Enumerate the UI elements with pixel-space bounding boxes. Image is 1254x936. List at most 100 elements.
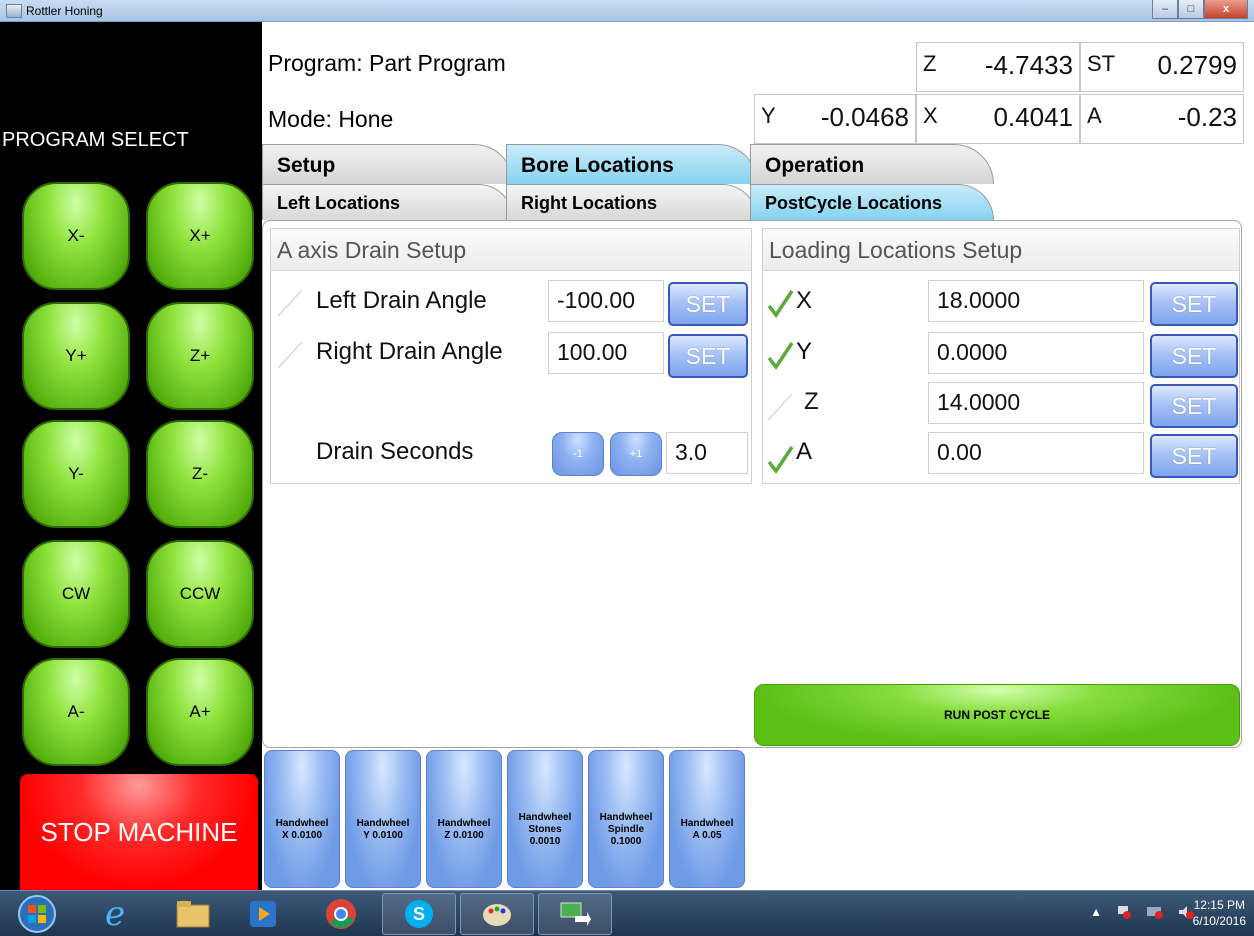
subtab-right-locations[interactable]: Right Locations xyxy=(506,184,758,220)
drain-seconds-increment-button[interactable]: +1 xyxy=(610,432,662,476)
tab-setup[interactable]: Setup xyxy=(262,144,514,184)
left-drain-set-button[interactable]: SET xyxy=(668,282,748,326)
loading-y-set-button[interactable]: SET xyxy=(1150,334,1238,378)
st-readout-label: ST xyxy=(1087,51,1116,76)
y-readout-value: -0.0468 xyxy=(820,102,909,132)
skype-icon: S xyxy=(405,900,433,928)
tray-expand-icon[interactable]: ▲ xyxy=(1090,905,1102,919)
loading-x-label: X xyxy=(796,287,813,314)
left-drain-check-icon[interactable] xyxy=(276,288,304,318)
x-readout-value: 0.4041 xyxy=(993,102,1073,132)
app-icon xyxy=(6,4,22,18)
x-enable-check-icon[interactable] xyxy=(766,288,794,318)
windows-taskbar: e S ▲ 12:15 PM 6/10/2016 xyxy=(0,890,1254,936)
right-drain-angle-label: Right Drain Angle xyxy=(316,338,503,365)
right-drain-set-button[interactable]: SET xyxy=(668,334,748,378)
svg-text:S: S xyxy=(413,904,425,924)
taskbar-ie[interactable]: e xyxy=(78,893,152,935)
program-select-label[interactable]: PROGRAM SELECT xyxy=(0,129,262,152)
close-button[interactable]: x xyxy=(1204,0,1248,19)
taskbar-explorer[interactable] xyxy=(156,893,230,935)
jog-x-minus-button[interactable]: X- xyxy=(22,182,130,290)
minimize-button[interactable]: – xyxy=(1152,0,1178,19)
volume-icon[interactable] xyxy=(1178,905,1194,919)
taskbar-paint[interactable] xyxy=(460,893,534,935)
window-title: Rottler Honing xyxy=(26,4,103,18)
handwheel-spindle-text: Handwheel Spindle 0.1000 xyxy=(599,812,653,847)
tab-bore-locations[interactable]: Bore Locations xyxy=(506,144,758,184)
x-readout-label: X xyxy=(923,103,938,128)
taskbar-chrome[interactable] xyxy=(304,893,378,935)
window-controls: – □ x xyxy=(1152,0,1248,20)
left-drain-angle-field[interactable]: -100.00 xyxy=(548,280,664,322)
drain-setup-title: A axis Drain Setup xyxy=(271,229,751,271)
clock-date: 6/10/2016 xyxy=(1192,914,1246,928)
maximize-button[interactable]: □ xyxy=(1178,0,1204,19)
jog-x-plus-button[interactable]: X+ xyxy=(146,182,254,290)
handwheel-stones-button[interactable]: Handwheel Stones 0.0010 xyxy=(507,750,583,888)
internet-explorer-icon: e xyxy=(104,894,126,934)
taskbar-clock[interactable]: 12:15 PM 6/10/2016 xyxy=(1193,897,1246,929)
folder-icon xyxy=(176,901,210,928)
z-readout-value: -4.7433 xyxy=(984,50,1073,80)
jog-a-plus-button[interactable]: A+ xyxy=(146,658,254,766)
loading-z-set-button[interactable]: SET xyxy=(1150,384,1238,428)
a-enable-check-icon[interactable] xyxy=(766,444,794,474)
taskbar-media-player[interactable] xyxy=(226,893,300,935)
taskbar-rottler-app[interactable] xyxy=(538,893,612,935)
loading-locations-title: Loading Locations Setup xyxy=(763,229,1239,271)
y-enable-check-icon[interactable] xyxy=(766,340,794,370)
window-title-bar: Rottler Honing – □ x xyxy=(0,0,1254,22)
taskbar-skype[interactable]: S xyxy=(382,893,456,935)
handwheel-x-button[interactable]: Handwheel X 0.0100 xyxy=(264,750,340,888)
right-drain-angle-field[interactable]: 100.00 xyxy=(548,332,664,374)
clock-time: 12:15 PM xyxy=(1193,898,1245,912)
network-icon[interactable] xyxy=(1146,905,1164,919)
handwheel-a-text: Handwheel A 0.05 xyxy=(680,818,734,841)
st-readout: ST 0.2799 xyxy=(1080,42,1244,92)
spindle-ccw-button[interactable]: CCW xyxy=(146,540,254,648)
right-drain-check-icon[interactable] xyxy=(276,340,304,370)
drain-seconds-decrement-button[interactable]: -1 xyxy=(552,432,604,476)
st-readout-value: 0.2799 xyxy=(1157,50,1237,80)
left-control-panel: PROGRAM SELECT X- X+ Y+ Z+ Y- Z- CW CCW … xyxy=(0,22,262,890)
spindle-cw-button[interactable]: CW xyxy=(22,540,130,648)
handwheel-z-button[interactable]: Handwheel Z 0.0100 xyxy=(426,750,502,888)
tab-operation[interactable]: Operation xyxy=(750,144,994,184)
subtab-left-locations[interactable]: Left Locations xyxy=(262,184,514,220)
drain-seconds-label: Drain Seconds xyxy=(316,438,474,465)
subtab-postcycle-locations[interactable]: PostCycle Locations xyxy=(750,184,994,220)
start-button[interactable] xyxy=(0,893,74,935)
loading-y-field[interactable]: 0.0000 xyxy=(928,332,1144,374)
loading-y-label: Y xyxy=(796,338,813,365)
jog-y-minus-button[interactable]: Y- xyxy=(22,420,130,528)
left-drain-angle-label: Left Drain Angle xyxy=(316,287,487,314)
program-name: Program: Part Program xyxy=(268,50,506,76)
loading-x-set-button[interactable]: SET xyxy=(1150,282,1238,326)
action-center-flag-icon[interactable] xyxy=(1116,905,1132,919)
z-readout-label: Z xyxy=(923,51,937,76)
loading-a-set-button[interactable]: SET xyxy=(1150,434,1238,478)
chrome-icon xyxy=(326,899,356,929)
x-readout: X 0.4041 xyxy=(916,94,1080,144)
jog-a-minus-button[interactable]: A- xyxy=(22,658,130,766)
loading-z-field[interactable]: 14.0000 xyxy=(928,382,1144,424)
z-readout: Z -4.7433 xyxy=(916,42,1080,92)
handwheel-a-button[interactable]: Handwheel A 0.05 xyxy=(669,750,745,888)
a-readout-label: A xyxy=(1087,103,1102,128)
handwheel-spindle-button[interactable]: Handwheel Spindle 0.1000 xyxy=(588,750,664,888)
loading-a-field[interactable]: 0.00 xyxy=(928,432,1144,474)
handwheel-y-button[interactable]: Handwheel Y 0.0100 xyxy=(345,750,421,888)
jog-z-plus-button[interactable]: Z+ xyxy=(146,302,254,410)
handwheel-stones-text: Handwheel Stones 0.0010 xyxy=(518,812,572,847)
handwheel-z-text: Handwheel Z 0.0100 xyxy=(437,818,491,841)
jog-y-plus-button[interactable]: Y+ xyxy=(22,302,130,410)
stop-machine-button[interactable]: STOP MACHINE xyxy=(20,774,258,890)
media-player-icon xyxy=(250,901,276,927)
drain-seconds-field[interactable]: 3.0 xyxy=(666,432,748,474)
loading-x-field[interactable]: 18.0000 xyxy=(928,280,1144,322)
run-post-cycle-button[interactable]: RUN POST CYCLE xyxy=(754,684,1240,746)
windows-start-icon xyxy=(18,895,56,933)
jog-z-minus-button[interactable]: Z- xyxy=(146,420,254,528)
z-enable-check-icon[interactable] xyxy=(766,392,794,422)
